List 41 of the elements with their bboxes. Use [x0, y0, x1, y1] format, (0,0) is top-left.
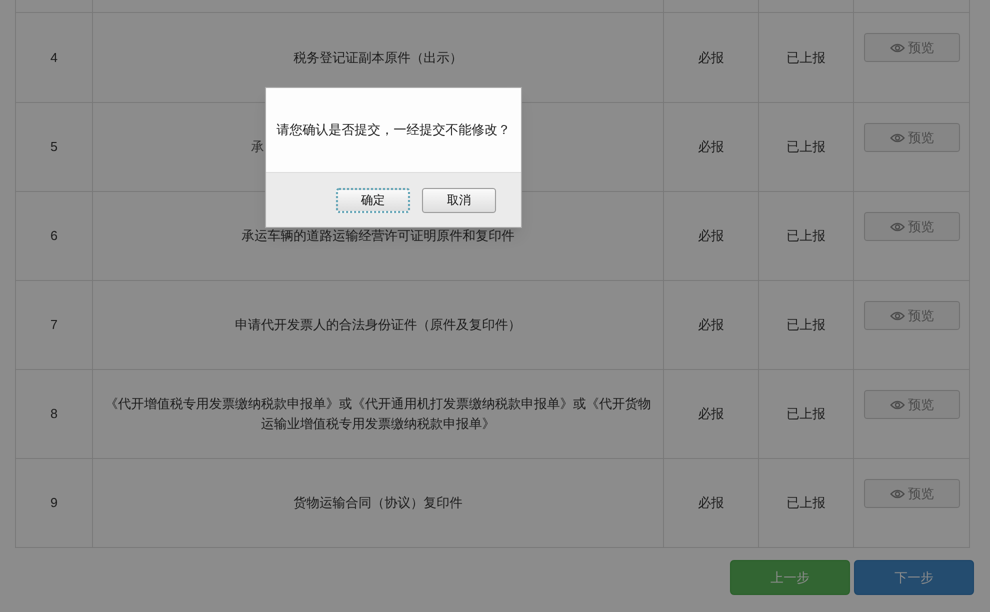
status-text: 已上报 — [786, 405, 826, 424]
row-number: 6 — [50, 227, 58, 246]
requirement-text: 必报 — [698, 48, 724, 67]
eye-icon — [890, 222, 905, 232]
row-number: 7 — [50, 316, 58, 334]
eye-icon — [890, 400, 905, 410]
status-text: 已上报 — [786, 494, 826, 512]
row-number: 9 — [50, 494, 58, 512]
dialog-button[interactable]: 确定 — [336, 188, 410, 212]
preview-button[interactable]: 预览 — [864, 301, 960, 330]
requirement-text: 必报 — [698, 227, 724, 246]
previous-step-button[interactable]: 上一步 — [730, 560, 850, 595]
requirement-text: 必报 — [698, 405, 724, 424]
eye-icon — [890, 310, 905, 320]
status-text: 已上报 — [786, 316, 826, 334]
eye-icon — [890, 132, 905, 142]
preview-button[interactable]: 预览 — [864, 212, 960, 241]
dialog-message: 请您确认是否提交，一经提交不能修改？ — [266, 88, 521, 172]
preview-button[interactable]: 预览 — [864, 33, 960, 62]
next-step-button[interactable]: 下一步 — [854, 560, 974, 595]
document-name: 货物运输合同（协议）复印件 — [294, 494, 462, 512]
status-text: 已上报 — [786, 48, 826, 67]
document-name: 承运车辆的道路运输经营许可证明原件和复印件 — [242, 227, 514, 245]
eye-icon — [890, 42, 905, 52]
eye-icon — [890, 488, 905, 498]
row-number: 4 — [50, 48, 58, 67]
preview-button[interactable]: 预览 — [864, 479, 960, 508]
requirement-text: 必报 — [698, 138, 724, 156]
document-name: 税务登记证副本原件（出示） — [294, 48, 462, 66]
row-number: 8 — [50, 405, 58, 424]
status-text: 已上报 — [786, 227, 826, 246]
dialog-button[interactable]: 取消 — [422, 188, 496, 212]
document-name: 承 — [251, 138, 264, 156]
row-number: 5 — [50, 138, 58, 156]
preview-button[interactable]: 预览 — [864, 390, 960, 419]
document-name: 申请代开发票人的合法身份证件（原件及复印件） — [235, 316, 521, 334]
requirement-text: 必报 — [698, 316, 724, 334]
document-name: 《代开增值税专用发票缴纳税款申报单》或《代开通用机打发票缴纳税款申报单》或《代开货物运输业增值税专用发票缴纳税款申报单》 — [104, 395, 652, 433]
preview-button[interactable]: 预览 — [864, 123, 960, 152]
status-text: 已上报 — [786, 138, 826, 156]
requirement-text: 必报 — [698, 494, 724, 512]
